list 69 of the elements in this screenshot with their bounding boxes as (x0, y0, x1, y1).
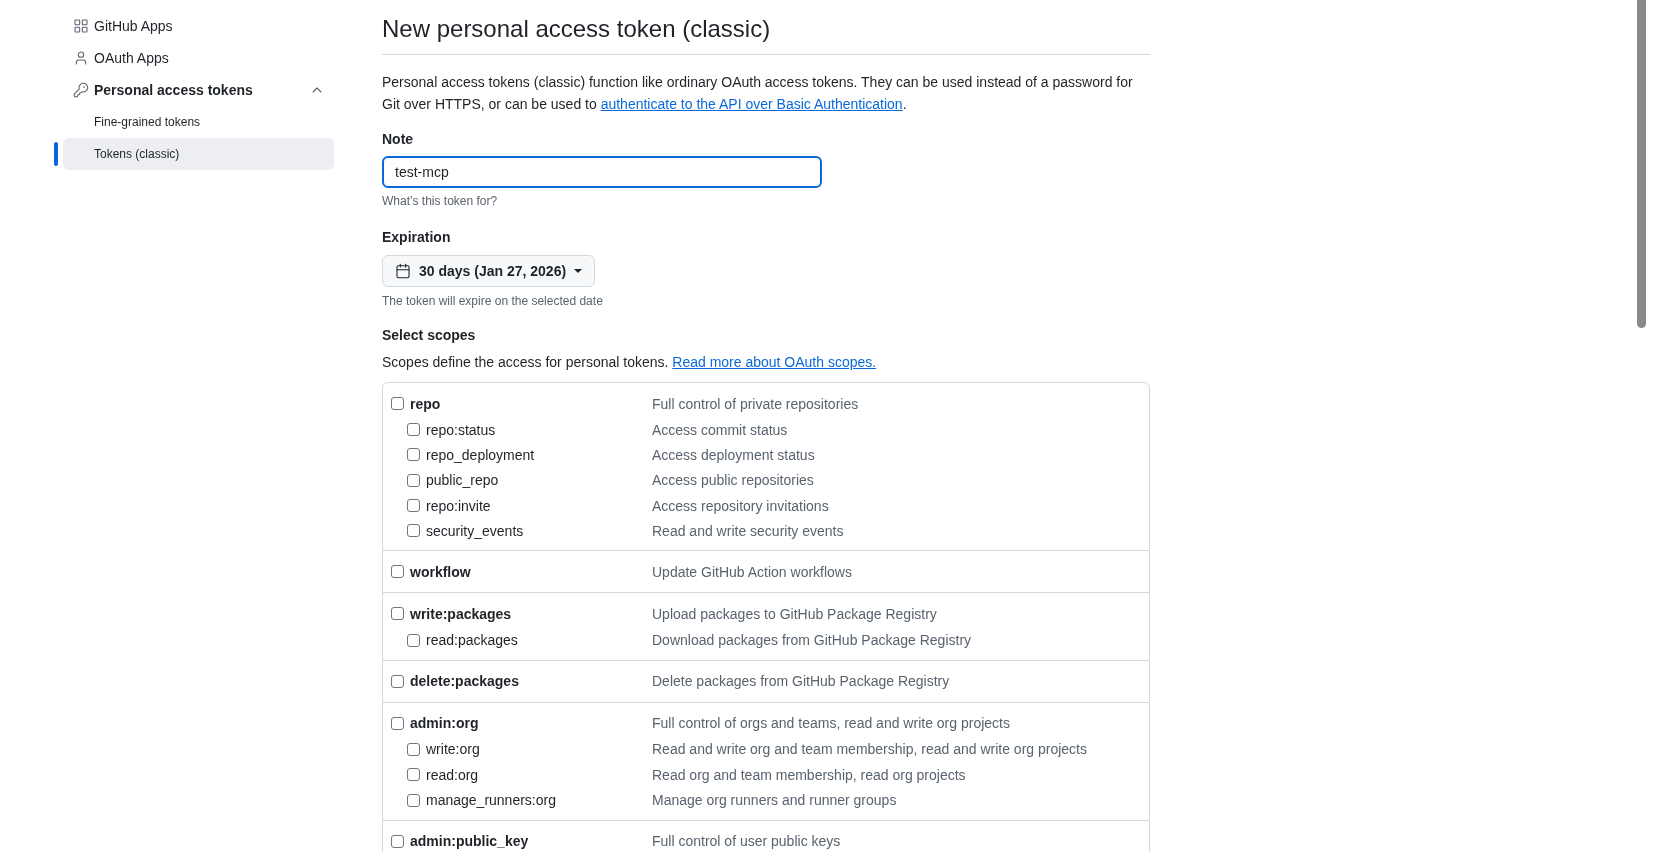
scope-description: Upload packages to GitHub Package Registry (652, 605, 937, 624)
sidebar-subitem[interactable]: Tokens (classic) (63, 138, 334, 170)
scope-description: Read and write security events (652, 521, 844, 541)
note-input[interactable]: test-mcp (382, 156, 822, 188)
calendar-icon (395, 263, 411, 279)
checkbox[interactable] (407, 499, 420, 513)
scopes-description: Scopes define the access for personal tokens. Read more about OAuth scopes. (382, 353, 878, 372)
scope-description: Access commit status (652, 420, 788, 440)
scope-name: repo_deployment (426, 445, 535, 465)
scope-name: admin:org (410, 714, 479, 734)
scope-name: read:packages (426, 631, 518, 651)
checkbox[interactable] (407, 768, 420, 782)
expiration-dropdown[interactable]: 30 days (Jan 27, 2026) (382, 255, 596, 287)
scope-description: Read and write org and team membership, read and write org projects (652, 740, 1087, 760)
scope-description: Delete packages from GitHub Package Registry (652, 672, 950, 692)
field-hint: What’s this token for? (382, 193, 498, 210)
person-icon (73, 50, 89, 66)
checkbox[interactable] (391, 397, 404, 410)
scope-name: public_repo (426, 471, 499, 491)
checkbox[interactable] (407, 742, 420, 756)
key-icon (73, 82, 89, 98)
scope-description: Download packages from GitHub Package Registry (652, 631, 972, 651)
grid-icon (73, 18, 89, 34)
scope-name: delete:packages (410, 672, 519, 692)
api-auth-link[interactable]: authenticate to the API over Basic Authentication (600, 96, 903, 112)
checkbox[interactable] (407, 793, 420, 807)
oauth-scopes-link[interactable]: Read more about OAuth scopes. (672, 354, 877, 370)
checkbox[interactable] (407, 473, 420, 487)
scope-name: write:org (426, 740, 480, 760)
intro-text: Personal access tokens (classic) function like ordinary OAuth access tokens. They can be used instead of a password for Git over HTTPS, or can be used to authenticate to the API over Basic Authentication. (382, 73, 1134, 114)
checkbox[interactable] (391, 674, 404, 688)
scope-description: Full control of user public keys (652, 832, 841, 852)
scope-name: manage_runners:org (426, 791, 556, 810)
checkbox[interactable] (391, 607, 404, 621)
scope-description: Manage org runners and runner groups (652, 791, 897, 810)
scope-name: write:packages (410, 605, 512, 624)
scope-description: Full control of orgs and teams, read and write org projects (652, 714, 1010, 734)
scope-description: Full control of private repositories (652, 394, 859, 414)
sidebar-subitem[interactable]: Fine-grained tokens (63, 106, 334, 138)
checkbox[interactable] (391, 834, 404, 848)
checkbox[interactable] (407, 448, 420, 462)
section-label: Select scopes (382, 326, 476, 345)
scrollbar-thumb[interactable] (1637, 0, 1646, 328)
page-title: New personal access token (classic) (382, 14, 771, 44)
field-label: Expiration (382, 228, 451, 247)
sidebar-item[interactable]: Personal access tokens (63, 74, 334, 106)
scope-name: security_events (426, 521, 524, 541)
checkbox[interactable] (407, 423, 420, 437)
scope-description: Access public repositories (652, 471, 814, 491)
checkbox[interactable] (391, 565, 404, 579)
scope-name: workflow (410, 563, 471, 582)
checkbox[interactable] (391, 716, 404, 730)
checkbox[interactable] (407, 524, 420, 538)
scope-name: read:org (426, 765, 479, 785)
active-marker-icon (54, 142, 58, 166)
field-label: Note (382, 130, 414, 149)
scope-description: Read org and team membership, read org projects (652, 765, 966, 785)
sidebar-item[interactable]: OAuth Apps (63, 42, 334, 74)
field-hint: The token will expire on the selected date (382, 293, 603, 310)
scope-name: repo:status (426, 420, 496, 440)
scope-description: Access repository invitations (652, 496, 829, 516)
scope-name: admin:public_key (410, 832, 529, 852)
caret-down-icon (574, 269, 583, 273)
scope-name: repo (410, 394, 441, 414)
sidebar-item[interactable]: GitHub Apps (63, 10, 334, 42)
scope-description: Access deployment status (652, 445, 815, 465)
checkbox[interactable] (407, 633, 420, 647)
scope-description: Update GitHub Action workflows (652, 563, 852, 582)
scope-name: repo:invite (426, 496, 491, 516)
